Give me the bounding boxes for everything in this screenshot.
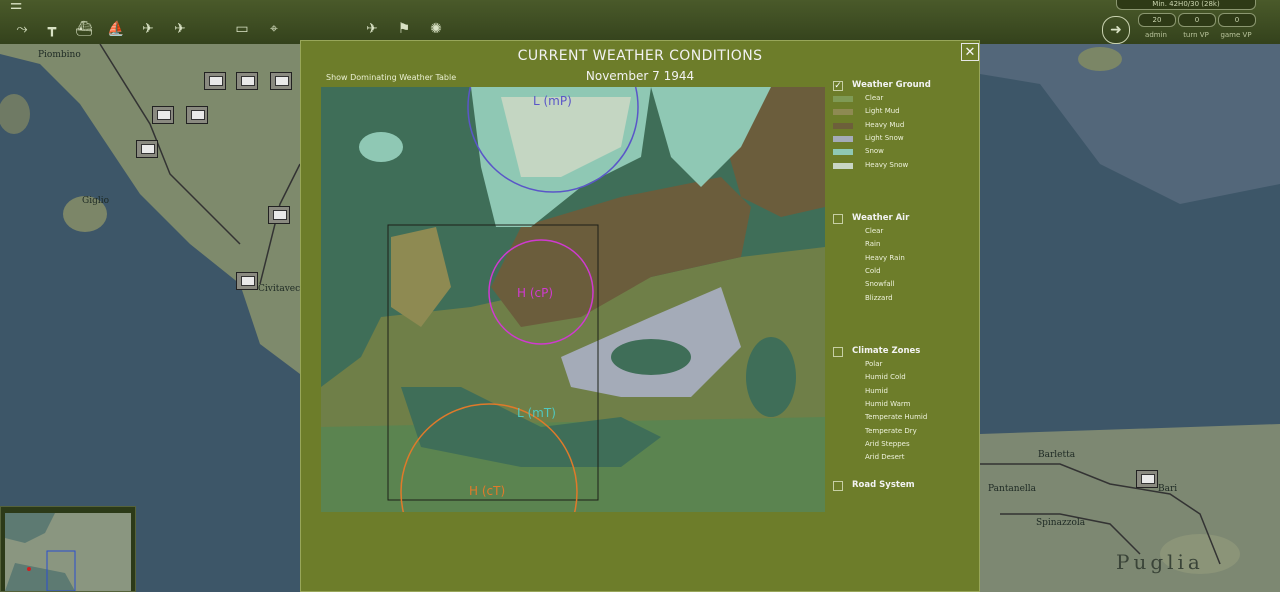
- unit-counter[interactable]: [186, 106, 208, 124]
- weather-air-item: Cold: [865, 266, 881, 275]
- frame-icon[interactable]: ▭: [230, 18, 254, 40]
- low-north-label: L (mP): [533, 94, 572, 108]
- high-center-label: H (cP): [517, 286, 553, 300]
- end-turn-icon[interactable]: ➜: [1102, 16, 1130, 44]
- weather-air-title: Weather Air: [852, 213, 910, 223]
- minimap-graphic: [5, 513, 131, 591]
- label-barletta: Barletta: [1038, 450, 1076, 460]
- dialog-title: CURRENT WEATHER CONDITIONS: [517, 48, 763, 64]
- unit-counter[interactable]: [268, 206, 290, 224]
- weather-air-checkbox[interactable]: [833, 214, 843, 224]
- climate-zones-item: Temperate Humid: [865, 413, 928, 422]
- climate-zones-item: Humid Warm: [865, 399, 911, 408]
- weather-ground-title: Weather Ground: [852, 80, 931, 90]
- airstrike-icon[interactable]: ✈: [360, 18, 384, 40]
- supply-route-icon[interactable]: ⤳: [10, 18, 34, 40]
- unit-counter[interactable]: [236, 72, 258, 90]
- ship-icon[interactable]: ⛵: [104, 18, 128, 40]
- climate-zones-item: Polar: [865, 360, 883, 368]
- weather-air-item: Heavy Rain: [865, 253, 905, 262]
- explosion-icon[interactable]: ✺: [424, 18, 448, 40]
- climate-zones-item: Humid Cold: [865, 373, 906, 382]
- turn-vp-value: 0: [1178, 13, 1216, 27]
- admin-value: 20: [1138, 13, 1176, 27]
- weather-air-item: Snowfall: [865, 280, 895, 289]
- climate-zones-item: Arid Steppes: [865, 439, 910, 448]
- weather-ground-item: Heavy Snow: [865, 160, 909, 169]
- unit-counter[interactable]: [152, 106, 174, 124]
- road-system-title: Road System: [852, 480, 915, 490]
- weather-map-graphic: L (mP) H (cP) L (mT) H (cT): [321, 87, 825, 512]
- weather-ground-item: Heavy Mud: [865, 120, 905, 129]
- weather-ground-swatch: [833, 135, 853, 142]
- stats-line: Min. 42H0/30 (28k): [1116, 0, 1256, 10]
- label-puglia: Puglia: [1116, 550, 1204, 574]
- game-vp-label: game VP: [1220, 31, 1252, 39]
- unit-counter[interactable]: [204, 72, 226, 90]
- climate-zones-item: Humid: [865, 386, 888, 395]
- menu-icon[interactable]: ☰: [4, 0, 28, 16]
- top-toolbar: ☰ ⤳ ┳ ⛴ ⛵ ✈ ✈ ▭ ⌖ ✈ ⚑ ✺ ➜ Min. 42H0/30 (…: [0, 0, 1280, 45]
- unit-counter[interactable]: [136, 140, 158, 158]
- minimap-view[interactable]: [5, 513, 131, 591]
- low-south-label: L (mT): [517, 406, 556, 420]
- unit-counter[interactable]: [236, 272, 258, 290]
- unit-counter[interactable]: [270, 72, 292, 90]
- weather-ground-item: Snow: [865, 147, 884, 156]
- naval-icon[interactable]: ⛴: [72, 18, 96, 40]
- show-dominating-weather-table-link[interactable]: Show Dominating Weather Table: [326, 73, 456, 82]
- weather-ground-swatch: [833, 149, 853, 156]
- high-south-label: H (cT): [469, 484, 505, 498]
- label-pantanella: Pantanella: [988, 484, 1037, 494]
- flag-icon[interactable]: ⚑: [392, 18, 416, 40]
- admin-label: admin: [1145, 31, 1167, 39]
- weather-ground-swatch: [833, 109, 853, 116]
- weather-ground-item: Clear: [865, 94, 884, 102]
- weather-ground-item: Light Mud: [865, 107, 900, 116]
- unit-counter[interactable]: [1136, 470, 1158, 488]
- minimap[interactable]: [0, 506, 136, 592]
- close-icon[interactable]: ✕: [961, 43, 979, 61]
- label-piombino: Piombino: [38, 50, 81, 60]
- weather-map[interactable]: L (mP) H (cP) L (mT) H (cT): [321, 87, 825, 512]
- weather-air-item: Rain: [865, 240, 881, 249]
- road-system-checkbox[interactable]: [833, 481, 843, 491]
- bomber-icon[interactable]: ✈: [168, 18, 192, 40]
- weather-ground-checkbox[interactable]: ✓: [833, 81, 843, 91]
- label-giglio: Giglio: [82, 196, 110, 206]
- weather-air-item: Clear: [865, 227, 884, 235]
- label-civitavecchia: Civitavecc: [258, 284, 306, 294]
- turn-vp-label: turn VP: [1183, 31, 1209, 39]
- label-bari: Bari: [1158, 484, 1178, 494]
- weather-ground-swatch: [833, 96, 853, 102]
- weather-ground-item: Light Snow: [865, 133, 904, 142]
- game-vp-value: 0: [1218, 13, 1256, 27]
- climate-zones-item: Arid Desert: [865, 453, 905, 462]
- air-icon[interactable]: ✈: [136, 18, 160, 40]
- climate-zones-item: Temperate Dry: [865, 426, 917, 435]
- climate-zones-checkbox[interactable]: [833, 347, 843, 357]
- weather-ground-swatch: [833, 162, 853, 169]
- climate-zones-title: Climate Zones: [852, 346, 921, 356]
- weather-air-item: Blizzard: [865, 293, 893, 302]
- label-spinazzola: Spinazzola: [1036, 518, 1086, 528]
- zoom-icon[interactable]: ⌖: [262, 18, 286, 40]
- weather-ground-swatch: [833, 122, 853, 129]
- weather-dialog: CURRENT WEATHER CONDITIONS November 7 19…: [300, 40, 980, 592]
- rail-icon[interactable]: ┳: [40, 18, 64, 40]
